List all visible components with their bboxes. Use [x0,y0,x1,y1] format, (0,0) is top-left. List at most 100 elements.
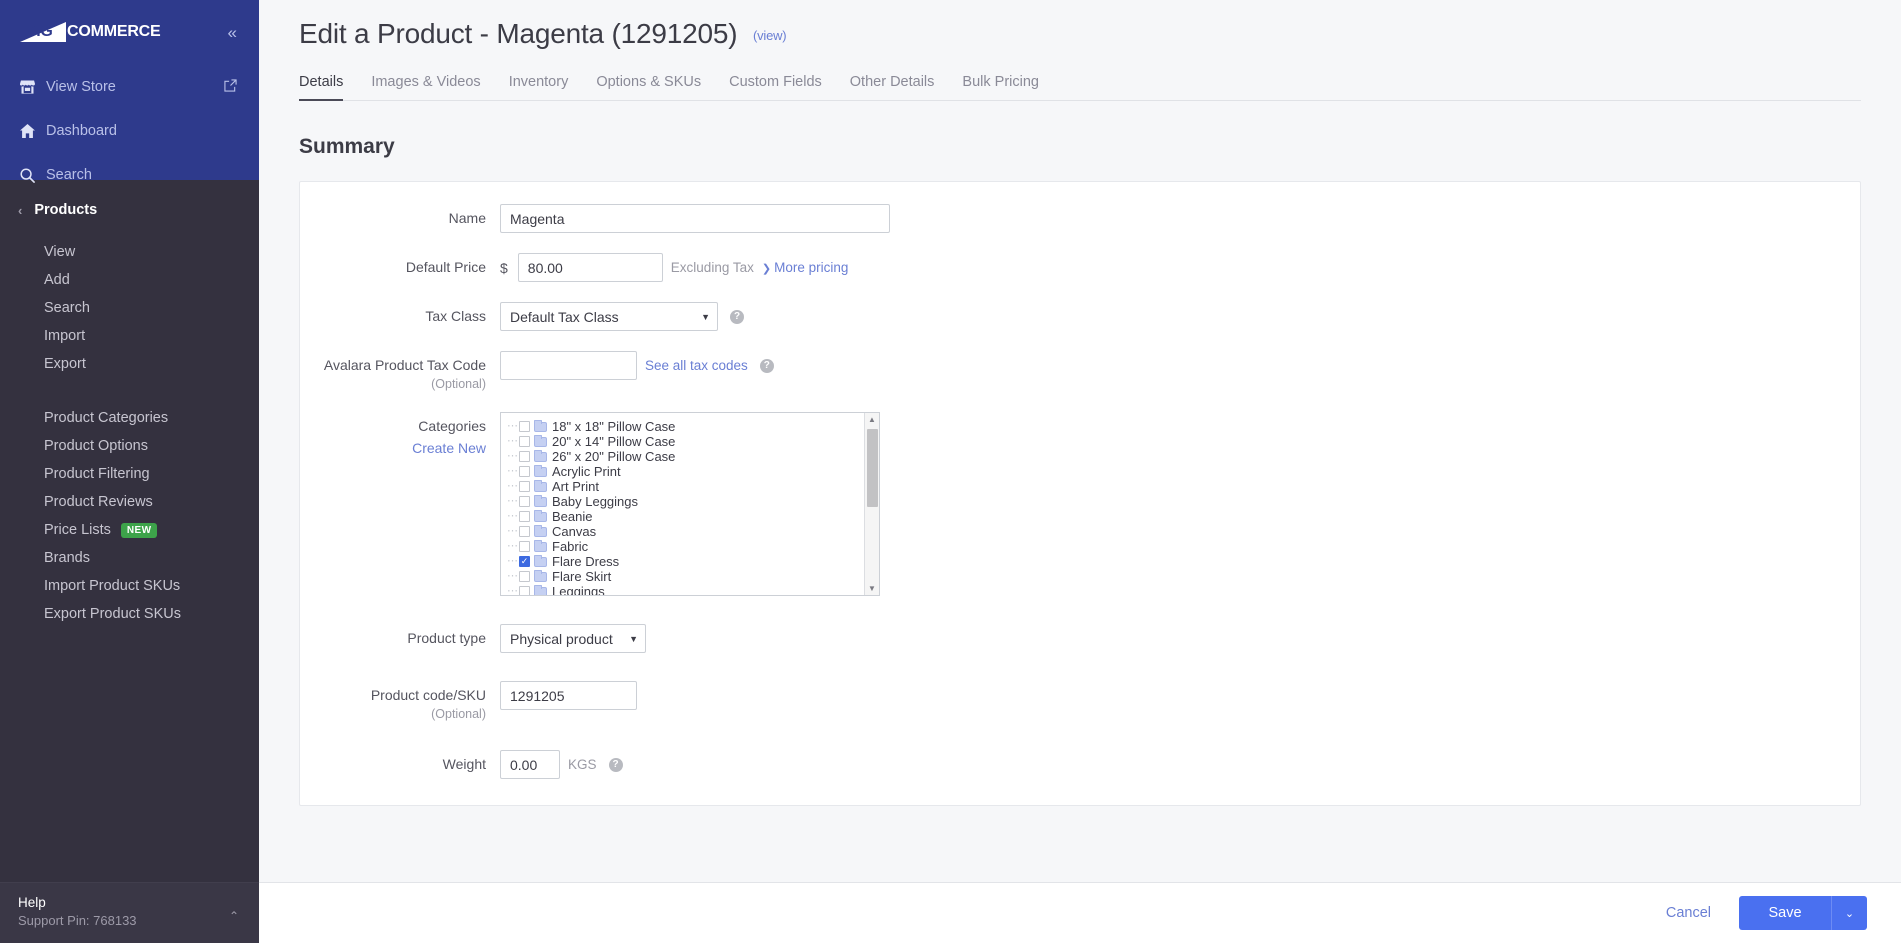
category-label: 26" x 20" Pillow Case [552,449,676,465]
sidebar-item-product-reviews[interactable]: Product Reviews [0,488,259,516]
save-button[interactable]: Save [1739,896,1831,930]
tab-other-details[interactable]: Other Details [850,74,935,101]
sidebar-item-export[interactable]: Export [0,350,259,378]
category-row[interactable]: ⋯ Art Print [507,479,864,494]
category-checkbox[interactable] [519,571,530,583]
sidebar-item-price-lists[interactable]: Price Lists NEW [0,516,259,544]
category-checkbox[interactable] [519,466,530,478]
sidebar-item-brands[interactable]: Brands [0,544,259,572]
category-row[interactable]: ⋯ Canvas [507,524,864,539]
category-row[interactable]: ⋯ 20" x 14" Pillow Case [507,434,864,449]
sidebar-menu-group-2: Product Categories Product Options Produ… [0,404,259,628]
sidebar-logo-row: BIG COMMERCE « [0,0,259,50]
scroll-down-icon[interactable]: ▼ [868,582,876,595]
sidebar-item-export-product-skus[interactable]: Export Product SKUs [0,600,259,628]
category-row[interactable]: ⋯ Fabric [507,539,864,554]
category-checkbox[interactable] [519,526,530,538]
collapse-sidebar-icon[interactable]: « [228,24,237,41]
category-checkbox[interactable] [519,436,530,448]
more-pricing-link[interactable]: ❯ More pricing [762,260,849,275]
category-checkbox[interactable] [519,541,530,553]
category-checkbox[interactable] [519,496,530,508]
search-icon [20,167,46,183]
control-tax-class: Default Tax Class ▼ ? [500,302,744,331]
tab-options-skus[interactable]: Options & SKUs [596,74,701,101]
category-checkbox[interactable] [519,481,530,493]
categories-label-text: Categories [418,418,486,435]
save-button-group: Save ⌄ [1739,896,1867,930]
chevron-down-icon: ▼ [701,311,710,322]
scrollbar-thumb[interactable] [867,429,878,508]
category-row[interactable]: ⋯ Baby Leggings [507,494,864,509]
category-checkbox[interactable] [519,511,530,523]
action-footer-bar: Cancel Save ⌄ [259,882,1901,943]
scroll-up-icon[interactable]: ▲ [868,413,876,426]
field-row-product-type: Product type Physical product ▼ [300,624,1860,654]
new-badge: NEW [120,522,158,538]
sidebar-item-product-filtering[interactable]: Product Filtering [0,460,259,488]
sidebar-item-add[interactable]: Add [0,266,259,294]
product-type-select[interactable]: Physical product ▼ [500,624,646,654]
category-checkbox-checked[interactable] [519,556,530,568]
category-row[interactable]: ⋯ 26" x 20" Pillow Case [507,449,864,464]
weight-input[interactable] [500,750,560,780]
sidebar-item-label: Add [44,272,70,288]
field-row-weight: Weight KGS ? [300,750,1860,780]
category-row[interactable]: ⋯ Leggings [507,584,864,596]
see-all-tax-codes-link[interactable]: See all tax codes [645,358,748,373]
tab-inventory[interactable]: Inventory [509,74,569,101]
sidebar-item-product-categories[interactable]: Product Categories [0,404,259,432]
sidebar-item-view[interactable]: View [0,238,259,266]
tree-dash-icon: ⋯ [507,420,518,433]
create-new-category-link[interactable]: Create New [300,440,486,458]
section-title-summary: Summary [299,135,395,158]
categories-scrollbar[interactable]: ▲ ▼ [864,413,879,596]
category-row[interactable]: ⋯ Acrylic Print [507,464,864,479]
category-row[interactable]: ⋯ 18" x 18" Pillow Case [507,419,864,434]
sidebar-item-product-options[interactable]: Product Options [0,432,259,460]
product-sku-input[interactable] [500,681,637,711]
category-row[interactable]: ⋯ Beanie [507,509,864,524]
avalara-optional-text: (Optional) [431,376,486,391]
sidebar-item-search-products[interactable]: Search [0,294,259,322]
sidebar-item-import-product-skus[interactable]: Import Product SKUs [0,572,259,600]
help-icon[interactable]: ? [608,757,623,772]
control-default-price: $ Excluding Tax ❯More pricing [500,253,848,282]
tree-dash-icon: ⋯ [507,495,518,508]
label-categories: Categories Create New [300,412,500,457]
view-product-link[interactable]: (view) [753,28,787,43]
tab-details[interactable]: Details [299,74,344,101]
name-input[interactable] [500,204,890,233]
tab-images-videos[interactable]: Images & Videos [371,74,480,101]
sidebar-item-import[interactable]: Import [0,322,259,350]
sidebar-item-dashboard[interactable]: Dashboard [0,114,259,148]
category-checkbox[interactable] [519,451,530,463]
product-type-selected-value: Physical product [510,630,613,647]
save-dropdown-button[interactable]: ⌄ [1831,896,1867,930]
category-row[interactable]: ⋯ Flare Skirt [507,569,864,584]
tax-class-selected-value: Default Tax Class [510,308,619,325]
category-row-selected[interactable]: ⋯ Flare Dress [507,554,864,569]
chevron-up-icon[interactable]: ⌃ [229,909,239,923]
sidebar-item-view-store[interactable]: View Store [0,70,259,104]
category-checkbox[interactable] [519,421,530,433]
sidebar-help-footer[interactable]: Help Support Pin: 768133 ⌃ [0,881,259,943]
more-pricing-label: More pricing [774,260,849,275]
category-label: Flare Dress [552,554,620,570]
default-price-input[interactable] [517,253,663,282]
bigcommerce-logo: BIG COMMERCE [20,22,161,42]
avalara-tax-code-input[interactable] [500,351,637,380]
tax-class-select[interactable]: Default Tax Class ▼ [500,302,718,331]
cancel-button[interactable]: Cancel [1660,904,1717,922]
sidebar-item-label: Dashboard [46,123,117,139]
folder-icon [534,509,547,522]
help-icon[interactable]: ? [759,358,774,373]
tab-bulk-pricing[interactable]: Bulk Pricing [962,74,1039,101]
sidebar-item-search[interactable]: Search [0,158,259,192]
chevron-left-icon[interactable]: ‹ [18,203,22,218]
control-weight: KGS ? [500,750,623,780]
category-checkbox[interactable] [519,586,530,596]
help-icon[interactable]: ? [730,309,744,324]
tab-custom-fields[interactable]: Custom Fields [729,74,822,101]
summary-card: Name Default Price $ Excluding Tax ❯More… [299,181,1861,807]
